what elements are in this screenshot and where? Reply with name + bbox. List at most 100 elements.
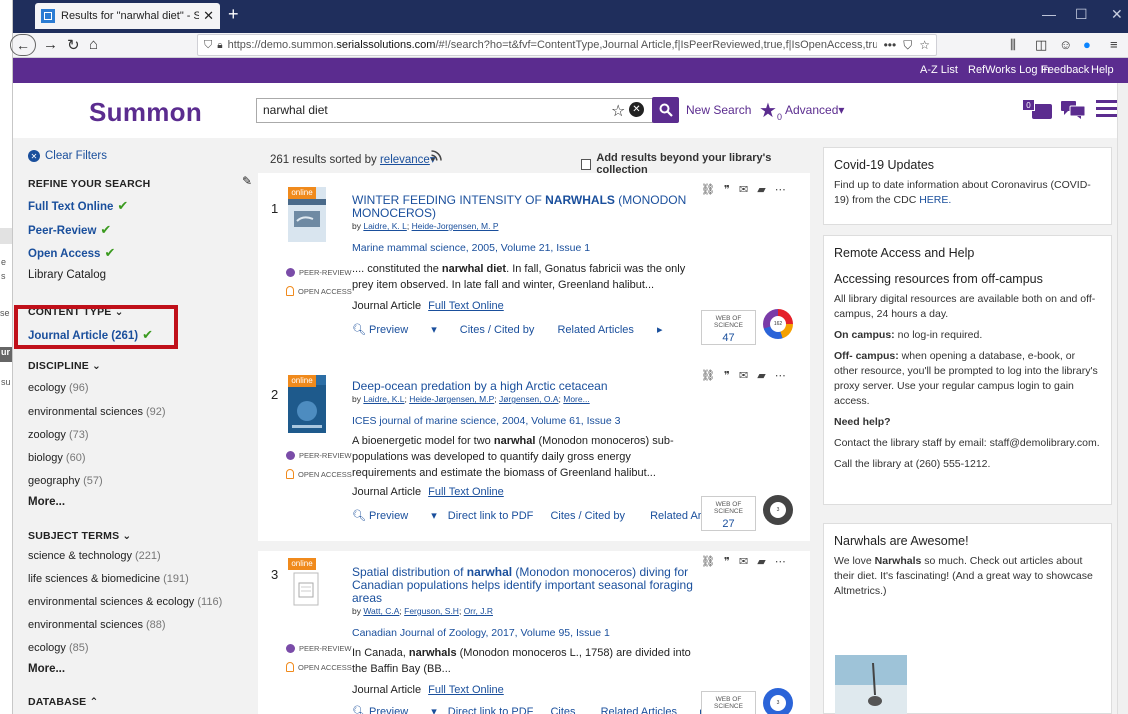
facet-subject-item[interactable]: environmental sciences & ecology (116): [28, 596, 222, 608]
facet-discipline-item[interactable]: ecology (96): [28, 382, 89, 394]
close-tab-icon[interactable]: ✕: [203, 8, 214, 24]
facet-discipline-item[interactable]: environmental sciences (92): [28, 406, 166, 418]
reload-icon[interactable]: ↻: [67, 36, 80, 54]
az-list-link[interactable]: A-Z List: [920, 64, 958, 76]
author-link[interactable]: Jørgensen, O.A: [499, 394, 559, 404]
save-search-star-icon[interactable]: ☆: [611, 101, 625, 121]
facet-discipline-item[interactable]: geography (57): [28, 475, 103, 487]
result-source[interactable]: ICES journal of marine science, 2004, Vo…: [352, 415, 620, 427]
chat-icon[interactable]: [1061, 101, 1085, 119]
author-link[interactable]: Orr, J.R: [464, 606, 493, 616]
covid-here-link[interactable]: HERE.: [919, 194, 951, 206]
result-source[interactable]: Canadian Journal of Zoology, 2017, Volum…: [352, 627, 610, 639]
result-tools[interactable]: ⛓ ❞ ✉ ▰ ⋯: [701, 369, 789, 382]
facet-subject-item[interactable]: environmental sciences (88): [28, 619, 166, 631]
account-icon[interactable]: ☺: [1059, 37, 1072, 52]
full-text-online-link[interactable]: Full Text Online: [428, 300, 504, 312]
result-source[interactable]: Marine mammal science, 2005, Volume 21, …: [352, 242, 590, 254]
subject-terms-heading[interactable]: SUBJECT TERMS ⌄: [28, 530, 131, 542]
altmetric-donut-icon[interactable]: 3: [763, 495, 793, 525]
refworks-login-link[interactable]: RefWorks Log In: [968, 64, 1050, 76]
more-authors-link[interactable]: More...: [563, 394, 589, 404]
cites-link[interactable]: Cites / Cited by: [460, 324, 535, 336]
facet-open-access[interactable]: Open Access ✔: [28, 245, 115, 261]
feedback-link[interactable]: Feedback: [1041, 64, 1089, 76]
related-articles-link[interactable]: Related Articles ▸: [601, 706, 706, 714]
narwhal-photo[interactable]: [835, 655, 907, 714]
facet-subject-item[interactable]: science & technology (221): [28, 550, 161, 562]
facet-peer-review[interactable]: Peer-Review ✔: [28, 222, 111, 238]
preview-dropdown[interactable]: 🔍︎ Preview ▾: [352, 706, 437, 714]
help-link[interactable]: Help: [1091, 64, 1114, 76]
preview-dropdown[interactable]: 🔍︎ Preview ▾: [352, 510, 437, 522]
home-icon[interactable]: ⌂: [89, 36, 98, 53]
altmetric-donut-icon[interactable]: 3: [763, 688, 793, 714]
author-link[interactable]: Laidre, K. L: [363, 221, 406, 231]
result-title-link[interactable]: Deep-ocean predation by a high Arctic ce…: [352, 380, 698, 393]
pocket-icon[interactable]: ⛉: [903, 38, 912, 53]
close-window-icon[interactable]: ✕: [1111, 6, 1123, 23]
saved-folder-icon[interactable]: 0: [1022, 99, 1052, 121]
full-text-online-link[interactable]: Full Text Online: [428, 684, 504, 696]
altmetric-donut-icon[interactable]: 162: [763, 309, 793, 339]
result-title-link[interactable]: Spatial distribution of narwhal (Monodon…: [352, 566, 698, 605]
pdf-link[interactable]: Direct link to PDF: [448, 510, 534, 522]
author-link[interactable]: Ferguson, S.H: [404, 606, 459, 616]
rss-icon[interactable]: [431, 150, 442, 161]
result-tools[interactable]: ⛓ ❞ ✉ ▰ ⋯: [701, 555, 789, 568]
new-tab-icon[interactable]: +: [228, 4, 239, 25]
search-button[interactable]: [652, 97, 679, 123]
result-authors: by Watt, C.A; Ferguson, S.H; Orr, J.R: [352, 606, 493, 616]
author-link[interactable]: Watt, C.A: [363, 606, 399, 616]
clear-filters-link[interactable]: ✕ Clear Filters: [28, 150, 107, 162]
minimize-icon[interactable]: —: [1042, 6, 1056, 22]
subject-more-link[interactable]: More...: [28, 663, 65, 675]
result-tools[interactable]: ⛓ ❞ ✉ ▰ ⋯: [701, 183, 789, 196]
author-link[interactable]: Heide-Jørgensen, M.P: [409, 394, 494, 404]
cites-link[interactable]: Cites: [550, 706, 575, 714]
full-text-online-link[interactable]: Full Text Online: [428, 486, 504, 498]
back-icon[interactable]: ←: [10, 34, 36, 56]
facet-library-catalog[interactable]: Library Catalog: [28, 269, 106, 281]
hamburger-menu-icon[interactable]: [1096, 100, 1117, 117]
web-of-science-badge[interactable]: WEB OF SCIENCE 47: [701, 310, 756, 345]
extension-icon[interactable]: ●: [1083, 37, 1091, 52]
forward-icon[interactable]: →: [43, 36, 58, 53]
new-search-link[interactable]: New Search: [686, 103, 751, 117]
result-title-link[interactable]: WINTER FEEDING INTENSITY OF NARWHALS (MO…: [352, 194, 698, 220]
facet-discipline-item[interactable]: biology (60): [28, 452, 85, 464]
discipline-heading[interactable]: DISCIPLINE ⌄: [28, 360, 101, 372]
maximize-icon[interactable]: ☐: [1075, 6, 1088, 23]
author-link[interactable]: Heide-Jorgensen, M. P: [412, 221, 499, 231]
facet-full-text-online[interactable]: Full Text Online ✔: [28, 198, 128, 214]
browser-tab[interactable]: Results for "narwhal diet" - Sum ✕: [35, 3, 220, 29]
pdf-link[interactable]: Direct link to PDF: [448, 706, 534, 714]
edit-pencil-icon[interactable]: ✎: [242, 174, 252, 188]
discipline-more-link[interactable]: More...: [28, 496, 65, 508]
author-link[interactable]: Laidre, K.L: [363, 394, 404, 404]
related-articles-link[interactable]: Related Articles ▸: [557, 324, 662, 336]
saved-items-star-icon[interactable]: ★: [759, 98, 777, 123]
clear-search-icon[interactable]: ✕: [629, 102, 644, 117]
remote-subtitle: Accessing resources from off-campus: [834, 272, 1043, 286]
menu-icon[interactable]: ≡: [1110, 37, 1118, 52]
summon-logo[interactable]: Summon: [89, 97, 202, 128]
facet-subject-item[interactable]: life sciences & biomedicine (191): [28, 573, 189, 585]
facet-subject-item[interactable]: ecology (85): [28, 642, 89, 654]
address-bar[interactable]: ⛉ 🔒︎ https://demo.summon.serialssolution…: [197, 34, 937, 56]
sidebar-icon[interactable]: ◫: [1035, 37, 1047, 53]
sort-relevance-dropdown[interactable]: relevance: [380, 154, 430, 166]
search-input[interactable]: narwhal diet: [256, 98, 653, 123]
library-icon[interactable]: ⫼: [1010, 37, 1016, 53]
preview-dropdown[interactable]: 🔍︎ Preview ▾: [352, 324, 437, 336]
web-of-science-badge[interactable]: WEB OF SCIENCE 27: [701, 496, 756, 531]
database-heading[interactable]: DATABASE ⌃: [28, 696, 99, 708]
document-thumbnail[interactable]: [288, 563, 326, 613]
cites-link[interactable]: Cites / Cited by: [550, 510, 625, 522]
page-scrollbar[interactable]: [1117, 83, 1128, 714]
advanced-search-dropdown[interactable]: Advanced▾: [785, 103, 844, 117]
page-actions-icon[interactable]: •••: [884, 38, 897, 52]
web-of-science-badge[interactable]: WEB OF SCIENCE3: [701, 691, 756, 714]
facet-discipline-item[interactable]: zoology (73): [28, 429, 89, 441]
bookmark-star-icon[interactable]: ☆: [919, 38, 930, 52]
